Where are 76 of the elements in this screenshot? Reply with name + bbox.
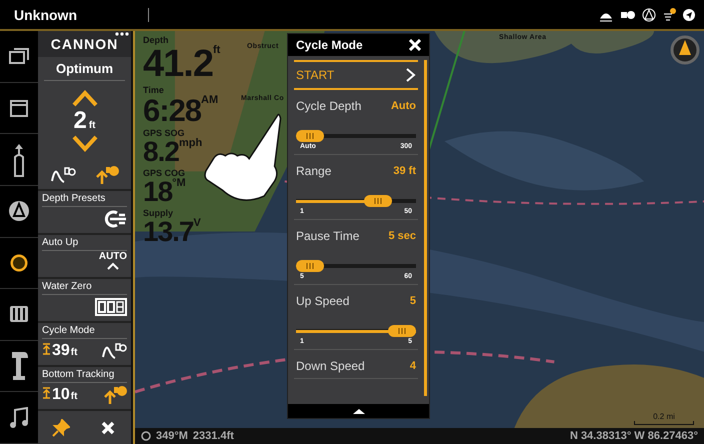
section-label: Bottom Tracking bbox=[42, 369, 127, 383]
readout-value: 8.2 bbox=[143, 138, 179, 166]
slider-thumb[interactable] bbox=[364, 195, 392, 207]
setting-value: 39 ft bbox=[393, 165, 416, 177]
setting-label: Up Speed bbox=[296, 294, 350, 308]
raise-icon bbox=[42, 387, 51, 399]
readout-label: Supply bbox=[143, 208, 174, 218]
caret-up-icon bbox=[106, 262, 119, 270]
setting-value: 5 bbox=[410, 295, 416, 307]
slider-track[interactable] bbox=[296, 130, 416, 142]
readout-label: GPS SOG bbox=[143, 128, 186, 138]
slider-thumb[interactable] bbox=[296, 260, 324, 272]
mixer-icon bbox=[9, 305, 29, 324]
cycle-wave-icon bbox=[50, 165, 76, 185]
menu-title: Cycle Mode bbox=[296, 38, 363, 52]
caret-up-icon bbox=[352, 407, 366, 415]
setting-label: Cycle Depth bbox=[296, 99, 362, 113]
chevron-right-icon bbox=[406, 68, 416, 82]
readout-label: Depth bbox=[143, 35, 170, 45]
brand-logo: CANNON bbox=[50, 36, 118, 52]
depth-setting-value: 10ft bbox=[42, 386, 78, 404]
compass-icon[interactable] bbox=[670, 35, 700, 65]
raise-icon bbox=[42, 343, 51, 355]
calendar-icon bbox=[10, 98, 28, 117]
chevron-down-icon[interactable] bbox=[70, 135, 98, 153]
setting-value: 4 bbox=[410, 360, 416, 372]
readout-unit: V bbox=[194, 218, 201, 229]
mode-label: Optimum bbox=[44, 61, 125, 81]
depth-value: 2 ft bbox=[73, 107, 96, 135]
navigation-status-icon[interactable] bbox=[642, 8, 656, 22]
chevron-up-icon[interactable] bbox=[70, 89, 98, 107]
section-label: Water Zero bbox=[42, 281, 127, 295]
sonar-alert-icon[interactable] bbox=[662, 8, 676, 22]
more-dots-icon[interactable] bbox=[115, 32, 129, 36]
close-button[interactable] bbox=[409, 39, 421, 51]
target-icon bbox=[8, 252, 30, 274]
crosshair-icon bbox=[141, 431, 151, 441]
slider-thumb[interactable] bbox=[296, 130, 324, 142]
music-note-icon bbox=[9, 406, 29, 429]
setting-value: Auto bbox=[390, 100, 416, 112]
readout-value: 13.7 bbox=[143, 218, 194, 246]
slider-track[interactable] bbox=[296, 260, 416, 272]
setting-value: 5 sec bbox=[388, 230, 416, 242]
section-label: Depth Presets bbox=[42, 193, 127, 207]
navigation-icon bbox=[8, 200, 30, 222]
readout-unit: °M bbox=[172, 178, 186, 189]
pin-icon bbox=[52, 418, 70, 436]
section-label: Cycle Mode bbox=[42, 325, 127, 339]
readout-unit: mph bbox=[178, 138, 202, 149]
distance-text: 2331.4ft bbox=[192, 430, 234, 442]
readout-value: 18 bbox=[143, 178, 172, 206]
readout-value: 6:28 bbox=[143, 95, 202, 126]
start-button[interactable]: START bbox=[294, 60, 418, 90]
position-text: N 34.38313° W 86.27463° bbox=[570, 430, 698, 442]
setting-label: Range bbox=[296, 164, 332, 178]
heading-text: 349°M bbox=[156, 430, 188, 442]
readout-label: GPS COG bbox=[143, 168, 186, 178]
cycle-wave-icon bbox=[101, 341, 127, 361]
slider-track[interactable] bbox=[296, 195, 416, 207]
readout-unit: ft bbox=[212, 45, 220, 56]
gallery-icon bbox=[9, 47, 29, 66]
scale-bar: 0.2 mi bbox=[634, 412, 694, 425]
slider-thumb[interactable] bbox=[388, 325, 416, 337]
readout-value: 41.2 bbox=[143, 45, 213, 83]
close-icon bbox=[409, 39, 421, 51]
counter-icon bbox=[95, 298, 127, 316]
slider-track[interactable] bbox=[296, 325, 416, 337]
setting-label: Pause Time bbox=[296, 229, 360, 243]
setting-label: Down Speed bbox=[296, 359, 365, 373]
close-icon bbox=[100, 420, 115, 434]
window-title: Unknown bbox=[14, 6, 78, 22]
readout-unit: AM bbox=[201, 95, 218, 106]
depth-setting-value: 39ft bbox=[42, 342, 78, 360]
auto-up-value: AUTO bbox=[98, 252, 127, 262]
readout-label: Time bbox=[143, 85, 165, 95]
section-label: Auto Up bbox=[42, 237, 127, 251]
